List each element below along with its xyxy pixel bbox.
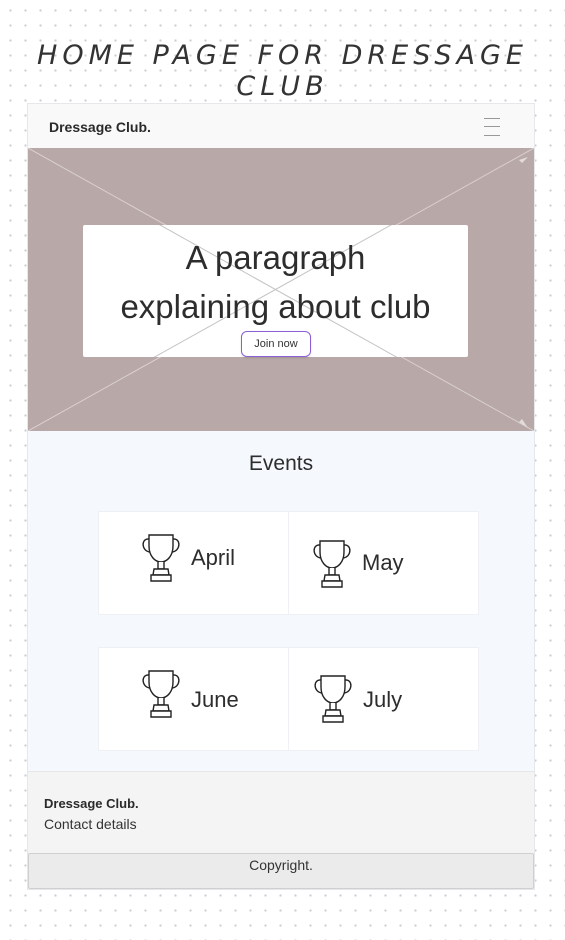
copyright-bar: Copyright. — [28, 853, 534, 889]
event-card-may[interactable]: May — [288, 511, 479, 615]
hero-paragraph-line-1: A paragraph — [185, 239, 366, 276]
mobile-frame: Dressage Club. A paragraph explaining ab… — [27, 103, 535, 890]
trophy-icon — [314, 675, 352, 723]
trophy-icon — [313, 540, 351, 588]
brand-logo[interactable]: Dressage Club. — [49, 119, 151, 135]
events-title: Events — [248, 452, 314, 475]
trophy-icon — [142, 670, 180, 718]
trophy-icon — [142, 534, 180, 582]
contact-details-link[interactable]: Contact details — [44, 816, 137, 832]
event-label: April — [191, 545, 236, 570]
footer-brand: Dressage Club. — [44, 796, 139, 811]
event-label: June — [191, 687, 239, 712]
events-section: Events April May June July — [28, 431, 534, 771]
event-card-april[interactable]: April — [98, 511, 289, 615]
event-card-july[interactable]: July — [288, 647, 479, 751]
hero-card: A paragraph explaining about club Join n… — [83, 225, 468, 357]
join-now-button[interactable]: Join now — [241, 331, 311, 357]
event-label: July — [363, 687, 403, 712]
hamburger-menu-icon[interactable] — [484, 117, 500, 137]
hero-paragraph: A paragraph explaining about club — [83, 233, 468, 331]
page-heading: HOME PAGE FOR DRESSAGE CLUB — [37, 40, 528, 102]
footer: Dressage Club. Contact details — [28, 771, 534, 854]
hero-paragraph-line-2: explaining about club — [120, 288, 431, 325]
hero-section: A paragraph explaining about club Join n… — [28, 148, 534, 431]
copyright-text: Copyright. — [249, 857, 313, 873]
event-label: May — [362, 550, 404, 575]
event-card-june[interactable]: June — [98, 647, 289, 751]
navbar: Dressage Club. — [28, 104, 534, 148]
